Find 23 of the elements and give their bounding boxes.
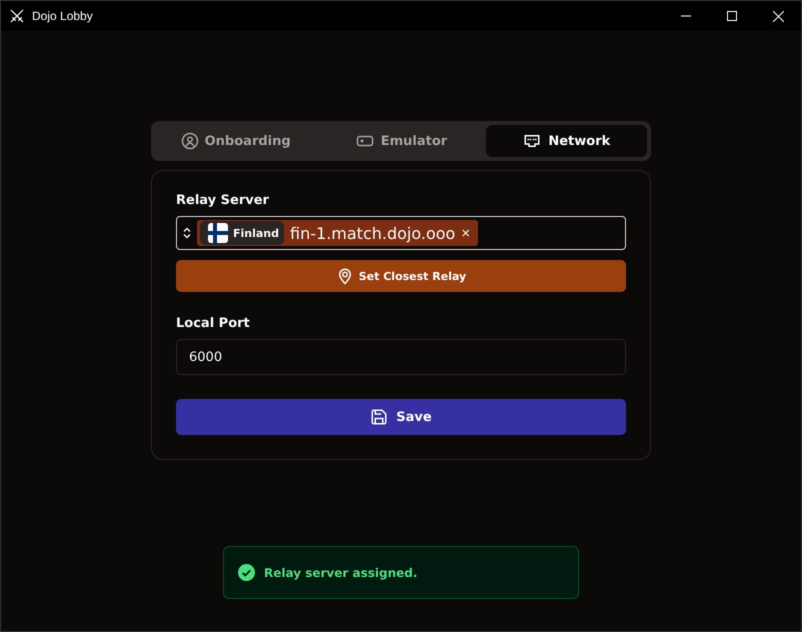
relay-select[interactable]: Finland fin-1.match.dojo.ooo × xyxy=(176,216,626,250)
save-icon xyxy=(370,408,388,426)
close-icon xyxy=(772,10,784,22)
maximize-icon xyxy=(727,11,737,21)
country-tag: Finland xyxy=(200,221,284,245)
remove-button[interactable]: × xyxy=(461,224,470,242)
chevrons-icon xyxy=(183,227,191,239)
field-label: Local Port xyxy=(176,316,251,331)
save-button[interactable]: Save xyxy=(176,399,626,435)
tab[interactable]: Onboarding xyxy=(155,125,316,157)
ethernet-icon xyxy=(522,132,542,150)
port-field[interactable]: 6000 xyxy=(176,339,626,375)
relay-address: fin-1.match.dojo.ooo xyxy=(290,224,456,242)
toast-message: Relay server assigned. xyxy=(264,566,418,580)
tab[interactable]: Network xyxy=(486,125,647,157)
tab[interactable]: Emulator xyxy=(320,125,482,157)
window-title: Dojo Lobby xyxy=(32,9,93,23)
swords-icon xyxy=(9,8,25,24)
set-closest-relay-button[interactable]: Set Closest Relay xyxy=(176,260,626,292)
check-circle-icon xyxy=(238,564,255,581)
user-icon xyxy=(180,132,199,150)
field-label: Relay Server xyxy=(176,193,270,208)
finland-flag-icon xyxy=(208,223,228,243)
